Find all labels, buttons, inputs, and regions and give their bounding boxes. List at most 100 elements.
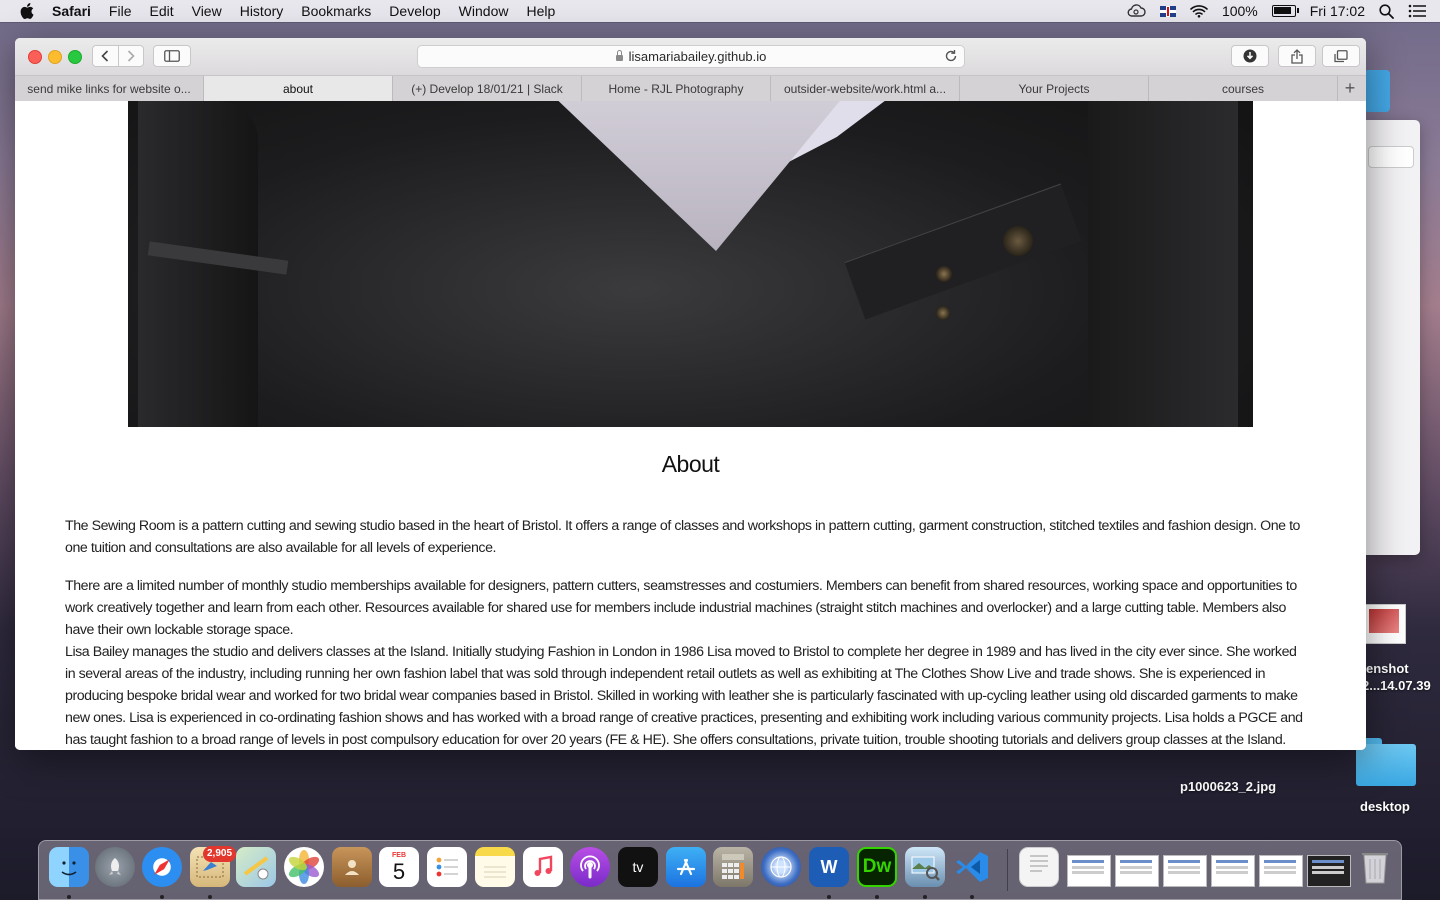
browser-toolbar: lisamariabailey.github.io	[15, 38, 1366, 76]
menu-bar: Safari File Edit View History Bookmarks …	[0, 0, 1440, 22]
podcasts-icon[interactable]	[570, 847, 610, 887]
desktop-folder-label[interactable]: desktop	[1360, 799, 1410, 814]
photos-flower-icon	[288, 850, 320, 884]
wifi-icon[interactable]	[1190, 4, 1208, 18]
safari-running-dot	[160, 895, 164, 899]
spotlight-search-icon[interactable]	[1379, 3, 1394, 19]
fullscreen-window-button[interactable]	[68, 50, 82, 64]
background-window-search-field[interactable]	[1368, 146, 1414, 168]
minimized-window-3[interactable]	[1163, 855, 1207, 887]
person-icon	[345, 860, 359, 875]
navigation-buttons	[92, 45, 144, 67]
menu-window[interactable]: Window	[459, 3, 509, 19]
dock-separator	[1007, 849, 1008, 891]
word-running-dot	[827, 895, 831, 899]
tab-rjl-photography[interactable]: Home - RJL Photography	[582, 76, 771, 101]
minimized-window-1[interactable]	[1067, 855, 1111, 887]
menu-develop[interactable]: Develop	[389, 3, 440, 19]
tab-courses[interactable]: courses	[1149, 76, 1338, 101]
menu-file[interactable]: File	[109, 3, 132, 19]
calculator-keys-icon	[722, 854, 744, 879]
menu-help[interactable]: Help	[526, 3, 555, 19]
minimized-window-5[interactable]	[1259, 855, 1303, 887]
tab-send-mike-links[interactable]: send mike links for website o...	[15, 76, 204, 101]
minimize-window-button[interactable]	[48, 50, 62, 64]
share-icon	[1291, 48, 1303, 64]
reminders-icon[interactable]	[427, 847, 467, 887]
finder-icon[interactable]	[49, 847, 89, 887]
page-title: About	[661, 451, 720, 477]
close-window-button[interactable]	[28, 50, 42, 64]
app-store-icon[interactable]	[666, 847, 706, 887]
dreamweaver-icon[interactable]: Dw	[857, 847, 897, 887]
forward-button[interactable]	[118, 46, 143, 66]
tab-outsider-website[interactable]: outsider-website/work.html a...	[771, 76, 960, 101]
share-button[interactable]	[1278, 45, 1316, 67]
music-icon[interactable]	[523, 847, 563, 887]
minimized-window-4[interactable]	[1211, 855, 1255, 887]
menu-view[interactable]: View	[192, 3, 222, 19]
microsoft-word-icon[interactable]: W	[809, 847, 849, 887]
input-source-flag-icon[interactable]	[1159, 5, 1176, 17]
about-paragraph-1: The Sewing Room is a pattern cutting and…	[65, 518, 1300, 557]
calendar-icon[interactable]: FEB 5	[379, 847, 419, 887]
menu-edit[interactable]: Edit	[149, 3, 173, 19]
background-window[interactable]	[1366, 120, 1420, 555]
new-tab-button[interactable]: +	[1338, 76, 1362, 101]
visual-studio-code-icon[interactable]	[952, 847, 992, 887]
recent-document-icon[interactable]	[1019, 847, 1059, 887]
menu-bookmarks[interactable]: Bookmarks	[301, 3, 371, 19]
compass-icon	[154, 859, 170, 875]
sidebar-icon	[164, 50, 180, 62]
battery-fill	[1273, 7, 1291, 14]
rocket-icon	[109, 858, 121, 875]
hero-jacket-ring-2	[936, 306, 950, 320]
folder-body	[1356, 744, 1416, 786]
vscode-icon	[956, 852, 988, 882]
maps-icon[interactable]	[236, 847, 276, 887]
preview-running-dot	[923, 895, 927, 899]
hero-jacket-ring-1	[936, 266, 952, 282]
notes-lines-icon	[484, 866, 506, 878]
show-all-tabs-button[interactable]	[1322, 45, 1360, 67]
back-button[interactable]	[93, 46, 118, 66]
tab-slack-develop[interactable]: (+) Develop 18/01/21 | Slack	[393, 76, 582, 101]
apple-icon[interactable]	[20, 3, 34, 19]
launchpad-icon[interactable]	[95, 847, 135, 887]
desktop-file-label[interactable]: p1000623_2.jpg	[1180, 779, 1276, 794]
download-icon	[1243, 49, 1257, 63]
clock[interactable]: Fri 17:02	[1310, 3, 1365, 19]
minimized-window-2[interactable]	[1115, 855, 1159, 887]
notification-center-icon[interactable]	[1408, 4, 1426, 18]
apple-tv-icon[interactable]: tv	[618, 847, 658, 887]
safari-dock-icon[interactable]	[142, 847, 182, 887]
dreamweaver-running-dot	[875, 895, 879, 899]
notes-icon[interactable]	[475, 847, 515, 887]
downloads-button[interactable]	[1231, 45, 1269, 67]
menu-history[interactable]: History	[240, 3, 284, 19]
podcast-icon	[580, 855, 600, 879]
desktop-screenshot-label-1[interactable]: enshot	[1366, 661, 1409, 676]
minimized-window-6[interactable]	[1307, 855, 1351, 887]
about-paragraph-3: Lisa Bailey manages the studio and deliv…	[65, 644, 1303, 749]
calculator-icon[interactable]	[713, 847, 753, 887]
contacts-icon[interactable]	[332, 847, 372, 887]
photos-icon[interactable]	[284, 847, 324, 887]
creative-cloud-icon[interactable]	[1126, 4, 1146, 18]
globe-icon	[770, 856, 792, 878]
trash-icon[interactable]	[1355, 847, 1395, 887]
reload-icon[interactable]	[944, 49, 958, 63]
preview-icon[interactable]	[905, 847, 945, 887]
desktop-screenshot-label-2[interactable]: 2...14.07.39	[1362, 678, 1431, 693]
battery-icon[interactable]	[1271, 5, 1299, 17]
menu-app-safari[interactable]: Safari	[52, 3, 91, 19]
background-finder-window-edge[interactable]	[1364, 70, 1390, 112]
tab-your-projects[interactable]: Your Projects	[960, 76, 1149, 101]
calendar-day: 5	[392, 858, 406, 884]
sidebar-toggle-button[interactable]	[153, 45, 191, 67]
address-bar[interactable]: lisamariabailey.github.io	[417, 45, 965, 68]
web-page: About The Sewing Room is a pattern cutti…	[15, 101, 1366, 750]
network-utility-icon[interactable]	[761, 847, 801, 887]
tab-about[interactable]: about	[204, 76, 393, 101]
desktop-screenshot-thumbnail[interactable]	[1364, 604, 1406, 644]
